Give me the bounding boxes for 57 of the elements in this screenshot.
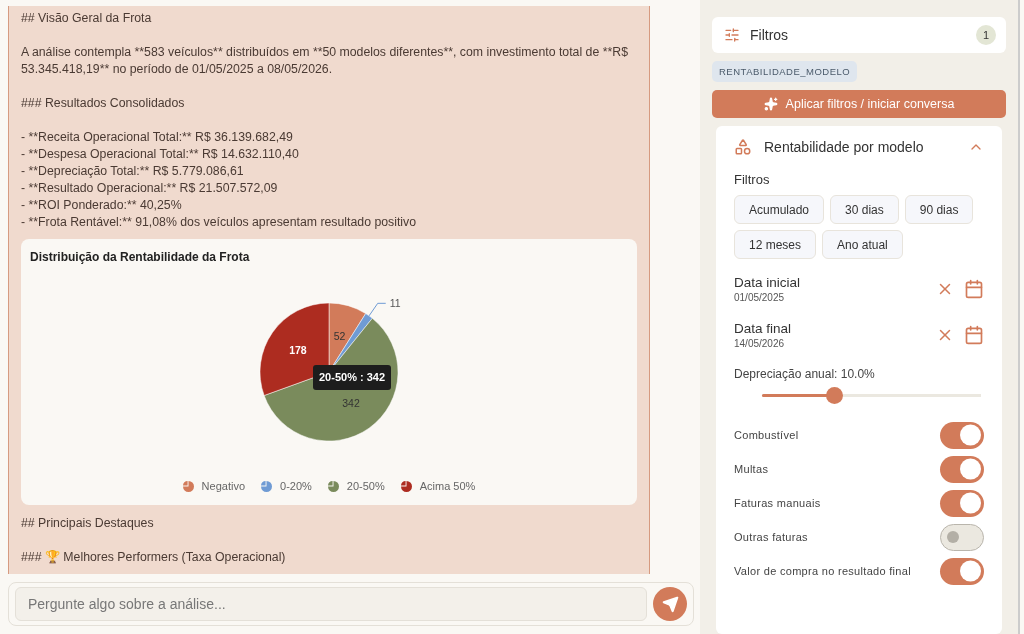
list-item: - **Frota Rentável:** 91,08% dos veículos apresentam resultado positivo (21, 214, 418, 231)
toggle-label: Valor de compra no resultado final (734, 565, 911, 577)
data-label: 11 (389, 297, 401, 310)
message-heading: ### 🏆 Melhores Performers (Taxa Operacional) (21, 549, 287, 566)
message-heading: ## Visão Geral da Frota (21, 10, 153, 27)
list-item: - **Despesa Operacional Total:** R$ 14.632.110,40 (21, 146, 300, 163)
filters-label: Filtros (734, 172, 771, 187)
period-chip[interactable]: 30 dias (830, 195, 899, 224)
toggle-label: Multas (734, 463, 769, 475)
period-chip[interactable]: 12 meses (734, 230, 817, 259)
question-input[interactable]: Pergunte algo sobre a análise... (15, 587, 647, 621)
section-header[interactable]: Rentabilidade por modelo (734, 136, 984, 158)
period-chip[interactable]: 90 dias (904, 195, 974, 224)
sparkles-icon (763, 97, 778, 111)
chart-tooltip: 20-50% : 342 (313, 365, 392, 390)
toggle-switch[interactable] (940, 489, 984, 517)
date-value: 01/05/2025 (734, 292, 786, 303)
message-paragraph: A análise contempla **583 veículos** distribuídos em **50 modelos diferentes**, com investimento total de **R$ 53.345.418,19** no período de 01/05/2025 a 08/05/2026. (21, 44, 629, 78)
data-label: 342 (342, 396, 360, 409)
message-heading: ### Resultados Consolidados (21, 95, 186, 112)
legend-label[interactable]: Negativo (201, 478, 246, 495)
data-label: 178 (289, 344, 307, 357)
calendar-icon[interactable] (964, 279, 984, 299)
date-value: 14/05/2026 (734, 338, 786, 349)
filter-sliders-icon (724, 27, 740, 43)
toggle-label: Outras faturas (734, 531, 808, 543)
filters-title: Filtros (750, 27, 789, 43)
toggle-switch[interactable] (940, 421, 984, 449)
message-heading: ## Principais Destaques (21, 515, 155, 532)
legend-label[interactable]: Acima 50% (419, 478, 476, 495)
filter-count: 1 (976, 25, 996, 45)
legend-label[interactable]: 0-20% (280, 478, 312, 495)
toggle-label: Faturas manuais (734, 497, 821, 509)
toggle-label: Combustível (734, 429, 799, 441)
list-item: - **ROI Ponderado:** 40,25% (21, 197, 183, 214)
calendar-icon[interactable] (964, 325, 984, 345)
shapes-icon (734, 138, 752, 156)
list-item: - **Resultado Operacional:** R$ 21.507.572,09 (21, 180, 279, 197)
period-chip[interactable]: Acumulado (734, 195, 825, 224)
legend-label[interactable]: 20-50% (346, 478, 385, 495)
toggle-switch[interactable] (940, 557, 984, 585)
toggle-switch[interactable] (940, 455, 984, 483)
list-item: - **Receita Operacional Total:** R$ 36.139.682,49 (21, 129, 294, 146)
data-label: 52 (333, 329, 346, 342)
slider-thumb[interactable] (826, 387, 844, 404)
date-label: Data inicial (734, 275, 802, 290)
list-item: - **Depreciação Total:** R$ 5.779.086,61 (21, 163, 245, 180)
filters-header[interactable]: Filtros 1 (712, 17, 1006, 53)
send-button[interactable] (653, 587, 687, 621)
send-icon (661, 595, 679, 613)
chart-title: Distribuição da Rentabilidade da Frota (30, 249, 251, 266)
filter-tag: RENTABILIDADE_MODELO (712, 61, 858, 82)
toggle-switch[interactable] (940, 523, 984, 551)
date-label: Data final (734, 321, 793, 336)
leader-line (368, 302, 387, 317)
slider-label: Depreciação anual: 10.0% (734, 367, 876, 381)
period-chip[interactable]: Ano atual (822, 230, 903, 259)
